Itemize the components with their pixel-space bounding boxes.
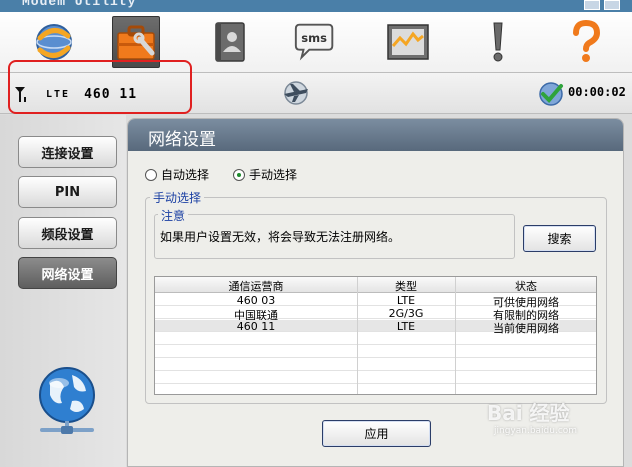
- table-row-empty: [155, 372, 596, 384]
- cell-type: 2G/3G: [388, 307, 424, 320]
- radio-label: 自动选择: [161, 168, 210, 182]
- table-row-empty: [155, 333, 596, 345]
- operator-table: 通信运营商 类型 状态 460 03 LTE 可供使用网络 中国联通 2G/3G…: [154, 276, 597, 395]
- radio-dot-selected: [233, 168, 245, 181]
- manual-select-legend: 手动选择: [150, 189, 205, 206]
- exclamation-icon: [493, 22, 503, 62]
- column-header-operator[interactable]: 通信运营商: [155, 278, 357, 294]
- column-divider: [455, 277, 456, 394]
- minimize-button[interactable]: [584, 0, 600, 10]
- sidebar-item-band[interactable]: 频段设置: [18, 217, 117, 249]
- cell-operator: 460 03: [236, 294, 276, 307]
- table-row-selected[interactable]: 460 11 LTE 当前使用网络: [155, 320, 596, 335]
- column-divider: [357, 277, 358, 394]
- note-text: 如果用户设置无效，将会导致无法注册网络。: [160, 230, 401, 244]
- connection-timer: 00:00:02: [568, 85, 626, 99]
- toolbox-icon: [117, 25, 155, 60]
- roaming-icon: [284, 81, 308, 105]
- column-header-status[interactable]: 状态: [455, 278, 597, 294]
- radio-manual-select[interactable]: 手动选择: [233, 166, 297, 183]
- cell-type: LTE: [396, 320, 416, 333]
- toolbar-contacts-button[interactable]: [206, 16, 254, 68]
- radio-auto-select[interactable]: 自动选择: [145, 166, 209, 183]
- apply-button[interactable]: 应用: [322, 420, 431, 447]
- svg-text:sms: sms: [301, 31, 327, 45]
- column-header-type[interactable]: 类型: [357, 278, 455, 294]
- table-header: 通信运营商 类型 状态: [155, 277, 596, 293]
- panel-header: 网络设置: [128, 119, 623, 151]
- toolbar-alert-button[interactable]: [474, 16, 522, 68]
- sms-icon: sms: [294, 23, 334, 61]
- chart-icon: [387, 24, 429, 60]
- toolbar-statistics-button[interactable]: [384, 16, 432, 68]
- window-title: Modem Utility: [22, 0, 137, 9]
- connected-icon: [539, 82, 563, 106]
- highlight-annotation: [8, 60, 192, 114]
- toolbar-sms-button[interactable]: sms: [292, 16, 340, 68]
- baidu-watermark-url: jingyan.baidu.com: [494, 426, 578, 436]
- table-row[interactable]: 中国联通 2G/3G 有限制的网络: [155, 307, 596, 322]
- panel-title: 网络设置: [148, 130, 216, 150]
- close-button[interactable]: [604, 0, 620, 10]
- toolbar-help-button[interactable]: [562, 16, 610, 68]
- radio-dot: [145, 168, 157, 181]
- sidebar-item-connection[interactable]: 连接设置: [18, 136, 117, 168]
- cell-type: LTE: [396, 294, 416, 307]
- globe-network-icon: [39, 367, 95, 434]
- title-bar: Modem Utility: [0, 0, 632, 12]
- sidebar-item-network[interactable]: 网络设置: [18, 257, 117, 289]
- baidu-watermark: Bai 经验: [487, 401, 570, 425]
- table-row-empty: [155, 346, 596, 358]
- connection-icon: [36, 24, 72, 60]
- cell-operator: 460 11: [236, 320, 276, 333]
- search-button[interactable]: 搜索: [523, 225, 596, 252]
- sidebar-item-pin[interactable]: PIN: [18, 176, 117, 208]
- help-icon: [573, 20, 601, 62]
- note-legend: 注意: [158, 207, 189, 224]
- radio-label: 手动选择: [249, 168, 298, 182]
- table-row[interactable]: 460 03 LTE 可供使用网络: [155, 294, 596, 309]
- table-row-empty: [155, 359, 596, 371]
- contacts-icon: [215, 22, 245, 62]
